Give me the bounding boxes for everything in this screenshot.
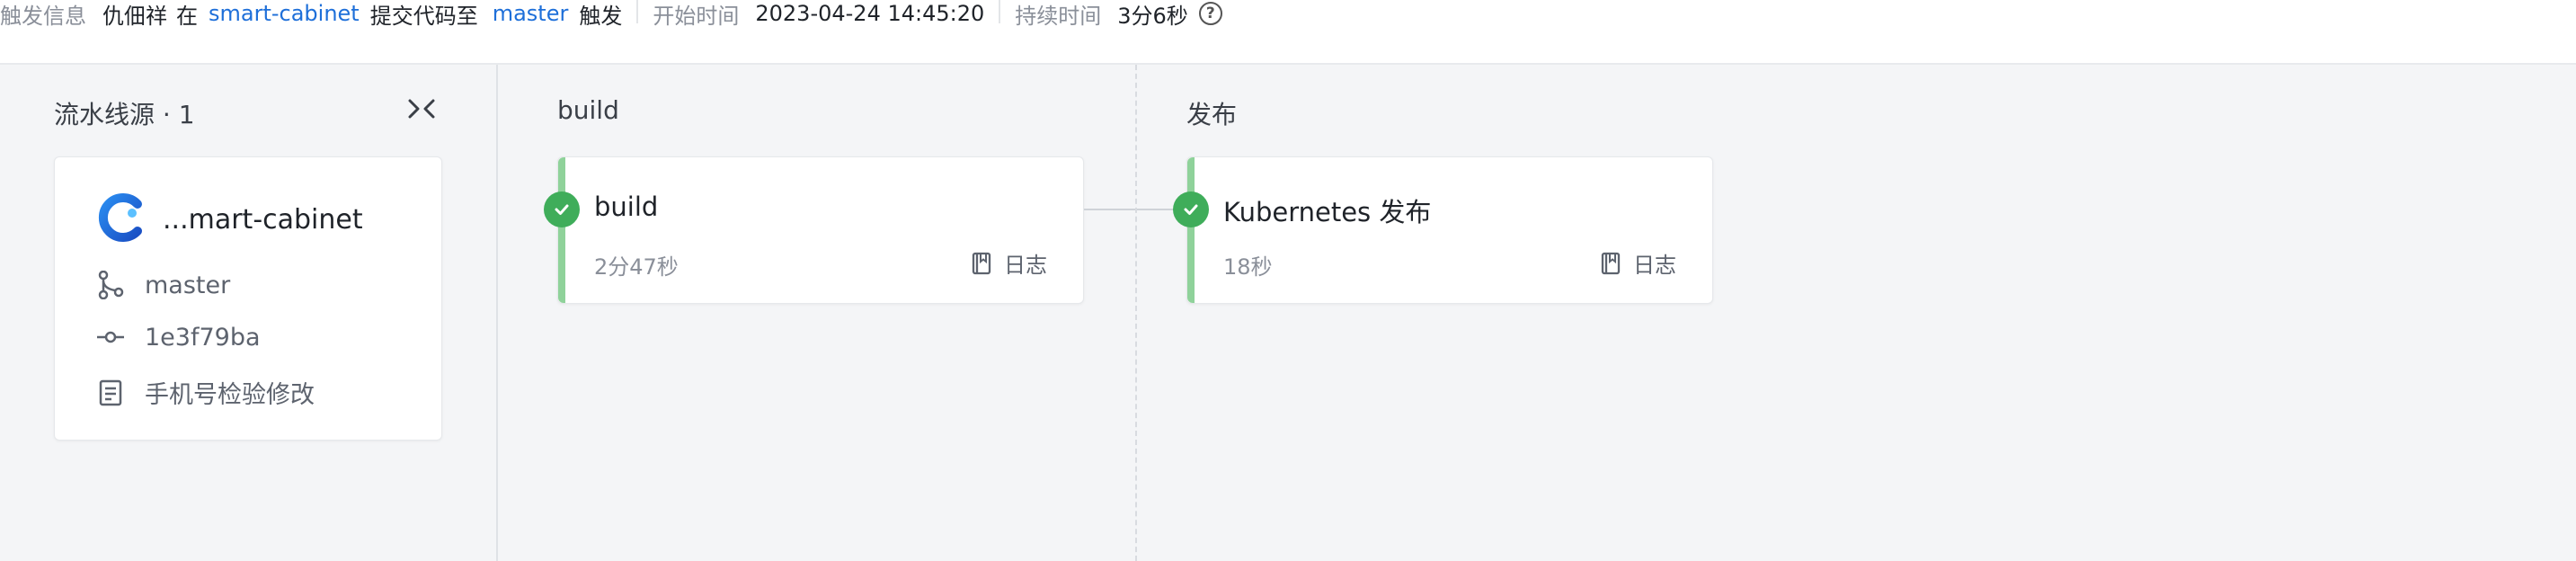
trigger-in-text: 在: [176, 3, 198, 29]
trigger-action-text: 提交代码至: [369, 3, 478, 29]
status-accent-bar: [558, 157, 565, 303]
log-button[interactable]: 日志: [972, 247, 1047, 279]
repo-row: ...mart-cabinet: [96, 191, 363, 247]
repo-name: ...mart-cabinet: [163, 203, 363, 236]
message-icon: [96, 378, 125, 407]
trigger-end-text: 触发: [579, 3, 623, 29]
job-duration: 18秒: [1223, 254, 1273, 280]
duration-value: 3分6秒: [1117, 3, 1188, 29]
commit-row: 1e3f79ba: [96, 323, 261, 352]
trigger-label: 触发信息: [0, 3, 86, 29]
log-book-icon: [972, 252, 991, 275]
pipeline-source-column: 流水线源 · 1 ...mart-cabinet master 1e3f79ba…: [0, 65, 498, 561]
start-time-value: 2023-04-24 14:45:20: [755, 1, 985, 26]
log-label: 日志: [1633, 253, 1676, 278]
stage-divider: [1135, 65, 1137, 561]
start-time: 开始时间 2023-04-24 14:45:20: [653, 0, 985, 29]
stage-connector: [1084, 209, 1181, 210]
status-accent-bar: [1187, 157, 1195, 303]
trigger-user: 仇佃祥: [102, 3, 167, 29]
stage-title-release: 发布: [1186, 100, 1238, 129]
start-time-label: 开始时间: [653, 3, 740, 29]
log-book-icon: [1601, 252, 1621, 275]
branch-row: master: [96, 271, 230, 299]
stage-title-build: build: [557, 95, 619, 125]
log-button[interactable]: 日志: [1601, 247, 1676, 279]
duration: 持续时间 3分6秒 ?: [1015, 0, 1222, 29]
log-label: 日志: [1004, 253, 1047, 278]
job-card-build[interactable]: build 2分47秒 日志: [544, 156, 1084, 304]
branch-icon: [96, 271, 125, 299]
divider: [999, 0, 1001, 23]
commit-message-row: 手机号检验修改: [96, 375, 315, 410]
trigger-info: 触发信息 仇佃祥 在 smart-cabinet 提交代码至 master 触发: [0, 0, 623, 29]
commit-hash[interactable]: 1e3f79ba: [145, 324, 261, 352]
source-card[interactable]: ...mart-cabinet master 1e3f79ba 手机号检验修改: [54, 156, 442, 441]
trigger-branch-link[interactable]: master: [493, 1, 569, 26]
job-name: build: [594, 191, 659, 222]
repo-logo-icon: [96, 191, 148, 247]
check-icon: [1173, 191, 1209, 227]
check-icon: [544, 191, 580, 227]
trigger-repo-link[interactable]: smart-cabinet: [209, 1, 360, 26]
collapse-icon[interactable]: [406, 97, 437, 120]
source-column-title: 流水线源 · 1: [54, 100, 195, 129]
duration-label: 持续时间: [1015, 3, 1102, 29]
pipeline-canvas: 流水线源 · 1 ...mart-cabinet master 1e3f79ba…: [0, 65, 2576, 561]
help-icon[interactable]: ?: [1198, 2, 1222, 25]
divider: [636, 0, 639, 23]
commit-message: 手机号检验修改: [145, 381, 315, 409]
pipeline-run-info-bar: 触发信息 仇佃祥 在 smart-cabinet 提交代码至 master 触发…: [0, 0, 2576, 65]
job-card-kubernetes[interactable]: Kubernetes 发布 18秒 日志: [1173, 156, 1713, 304]
job-duration: 2分47秒: [594, 254, 679, 280]
commit-icon: [96, 323, 125, 352]
branch-name: master: [145, 271, 231, 299]
job-name: Kubernetes 发布: [1223, 197, 1432, 227]
